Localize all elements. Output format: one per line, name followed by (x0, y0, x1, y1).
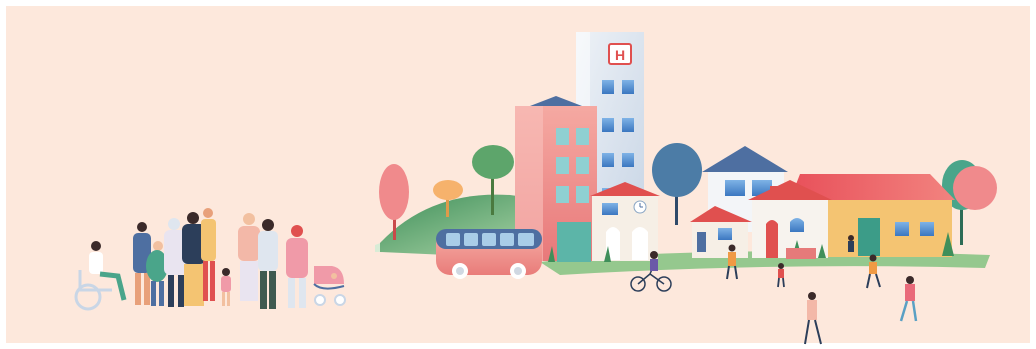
clock-icon (633, 200, 647, 214)
hospital-icon: H (608, 43, 632, 65)
clock-building (590, 182, 660, 261)
bus-icon (436, 229, 542, 279)
hospital-sign: H (615, 47, 625, 63)
walker (848, 235, 854, 252)
planter (786, 248, 816, 259)
town-illustration: H (6, 6, 1030, 345)
